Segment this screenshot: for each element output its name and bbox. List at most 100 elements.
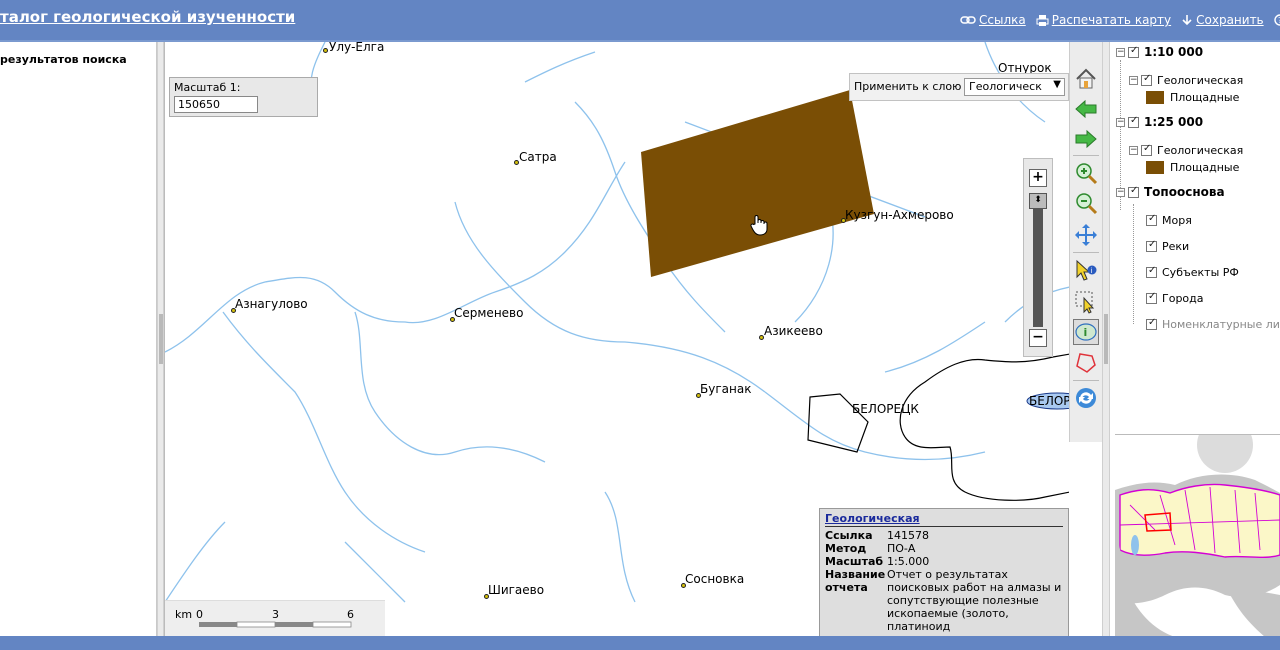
zoom-plus-button[interactable]: + xyxy=(1029,169,1047,187)
right-splitter-grip[interactable] xyxy=(1104,314,1108,364)
polygon-icon xyxy=(1076,353,1096,373)
collapse-toggle[interactable]: − xyxy=(1116,117,1125,127)
layer-label: Моря xyxy=(1162,213,1192,227)
place-label: Серменево xyxy=(454,306,524,320)
overview-map-canvas xyxy=(1115,435,1280,636)
layer-group-label: 1:10 000 xyxy=(1144,45,1204,59)
bottom-bar xyxy=(0,636,1280,650)
selected-polygon[interactable] xyxy=(641,90,874,277)
info-value: ПО-А xyxy=(887,542,916,555)
layers-tree: − 1:10 000 − Геологическая Площадные − 1… xyxy=(1111,42,1280,434)
place-label-beloretsk: БЕЛОРЕЦК xyxy=(852,402,919,416)
select-rectangle-button[interactable] xyxy=(1073,289,1099,315)
identify-button[interactable]: i xyxy=(1073,319,1099,345)
save-button[interactable]: Сохранить xyxy=(1181,13,1264,27)
draw-polygon-button[interactable] xyxy=(1073,350,1099,376)
place-dot xyxy=(514,160,519,165)
map-scale-bar: km 0 3 6 xyxy=(165,600,385,636)
refresh-icon xyxy=(1076,388,1096,408)
info-row: Масштаб 1:5.000 xyxy=(825,555,1063,568)
zoom-out-icon xyxy=(1076,193,1098,215)
info-value: Отчет о результатах поисковых работ на а… xyxy=(887,568,1062,633)
right-splitter[interactable] xyxy=(1102,42,1110,636)
layer-checkbox[interactable] xyxy=(1146,291,1157,304)
scalebar-unit: km xyxy=(175,608,193,621)
place-dot xyxy=(696,393,701,398)
place-dot xyxy=(323,48,328,53)
place-buganak: Буганак xyxy=(696,382,752,398)
layer-checkbox[interactable] xyxy=(1128,115,1139,128)
scale-label: Масштаб 1: xyxy=(174,81,241,94)
place-label: Сатра xyxy=(519,150,557,164)
layer-checkbox[interactable] xyxy=(1141,143,1152,156)
zoom-track[interactable] xyxy=(1033,197,1043,327)
layer-geological-25000: − Геологическая xyxy=(1129,142,1243,158)
info-key: Ссылка xyxy=(825,529,873,542)
layer-checkbox[interactable] xyxy=(1128,45,1139,58)
info-row: Метод ПО-А xyxy=(825,542,1063,555)
layer-group-1-10000: − 1:10 000 xyxy=(1116,44,1203,60)
save-icon xyxy=(1181,14,1193,26)
legend-areal-10000: Площадные xyxy=(1146,89,1239,105)
scalebar-tick-0: 0 xyxy=(196,608,203,621)
collapse-toggle[interactable]: − xyxy=(1129,145,1138,155)
scale-input[interactable] xyxy=(174,96,258,113)
layer-checkbox[interactable] xyxy=(1146,265,1157,278)
app-title[interactable]: талог геологической изученности xyxy=(0,8,295,26)
info-value: 141578 xyxy=(887,529,929,542)
zoom-out-button[interactable] xyxy=(1073,190,1099,216)
home-icon xyxy=(1076,68,1096,89)
zoom-thumb[interactable]: ⬍ xyxy=(1029,193,1047,209)
overview-map[interactable] xyxy=(1115,434,1280,636)
left-splitter-grip[interactable] xyxy=(159,314,163,364)
identify-icon: i xyxy=(1075,323,1097,341)
collapse-toggle[interactable]: − xyxy=(1116,47,1125,57)
layer-rivers: Реки xyxy=(1146,238,1189,254)
svg-text:i: i xyxy=(1084,326,1088,339)
layer-label: Реки xyxy=(1162,239,1190,253)
link-icon xyxy=(960,15,976,25)
link-button[interactable]: Ссылка xyxy=(960,13,1026,27)
collapse-toggle[interactable]: − xyxy=(1116,187,1125,197)
pan-button[interactable] xyxy=(1073,222,1099,248)
search-results-panel: результатов поиска xyxy=(0,42,157,636)
zoom-minus-button[interactable]: − xyxy=(1029,329,1047,347)
print-map-button[interactable]: Распечатать карту xyxy=(1036,13,1171,27)
select-info-button[interactable]: i xyxy=(1073,258,1099,284)
place-label: Шигаево xyxy=(488,583,545,597)
link-label: Ссылка xyxy=(979,13,1026,27)
map-toolbar: i i xyxy=(1069,42,1103,442)
back-arrow-icon xyxy=(1075,99,1097,119)
place-label: Буганак xyxy=(700,382,752,396)
layer-select[interactable]: Геологическ ▼ xyxy=(964,78,1065,96)
refresh-button[interactable] xyxy=(1073,385,1099,411)
info-popup-title[interactable]: Геологическая xyxy=(825,512,1063,527)
place-ulu-elga: Улу-Елга xyxy=(323,42,384,54)
layer-checkbox[interactable] xyxy=(1146,213,1157,226)
help-button[interactable]: ? По xyxy=(1273,13,1280,27)
map-view[interactable]: Улу-Елга Сатра Кузгун-Ахмерово Азнагулов… xyxy=(164,42,1069,636)
layer-checkbox[interactable] xyxy=(1146,317,1157,330)
back-button[interactable] xyxy=(1073,96,1099,122)
layer-checkbox[interactable] xyxy=(1146,239,1157,252)
tree-connector xyxy=(1133,204,1134,324)
apply-to-layer-box: Применить к слою Геологическ ▼ xyxy=(849,73,1069,101)
place-label: Кузгун-Ахмерово xyxy=(845,208,954,222)
place-sosnovka: Сосновка xyxy=(681,572,744,588)
layer-label: Города xyxy=(1162,291,1204,305)
info-row: Название отчета Отчет о результатах поиск… xyxy=(825,568,1063,633)
layer-group-1-25000: − 1:25 000 xyxy=(1116,114,1203,130)
toolbar-separator xyxy=(1073,380,1099,381)
layer-checkbox[interactable] xyxy=(1141,73,1152,86)
collapse-toggle[interactable]: − xyxy=(1129,75,1138,85)
zoom-in-button[interactable] xyxy=(1073,160,1099,186)
left-splitter[interactable] xyxy=(157,42,164,636)
hand-cursor-icon xyxy=(750,214,768,241)
legend-swatch xyxy=(1146,160,1164,174)
place-dot xyxy=(841,218,846,223)
home-button[interactable] xyxy=(1073,66,1099,92)
layer-checkbox[interactable] xyxy=(1128,185,1139,198)
forward-button[interactable] xyxy=(1073,126,1099,152)
place-label: Азикеево xyxy=(764,324,823,338)
layer-label: Субъекты РФ xyxy=(1162,265,1239,279)
